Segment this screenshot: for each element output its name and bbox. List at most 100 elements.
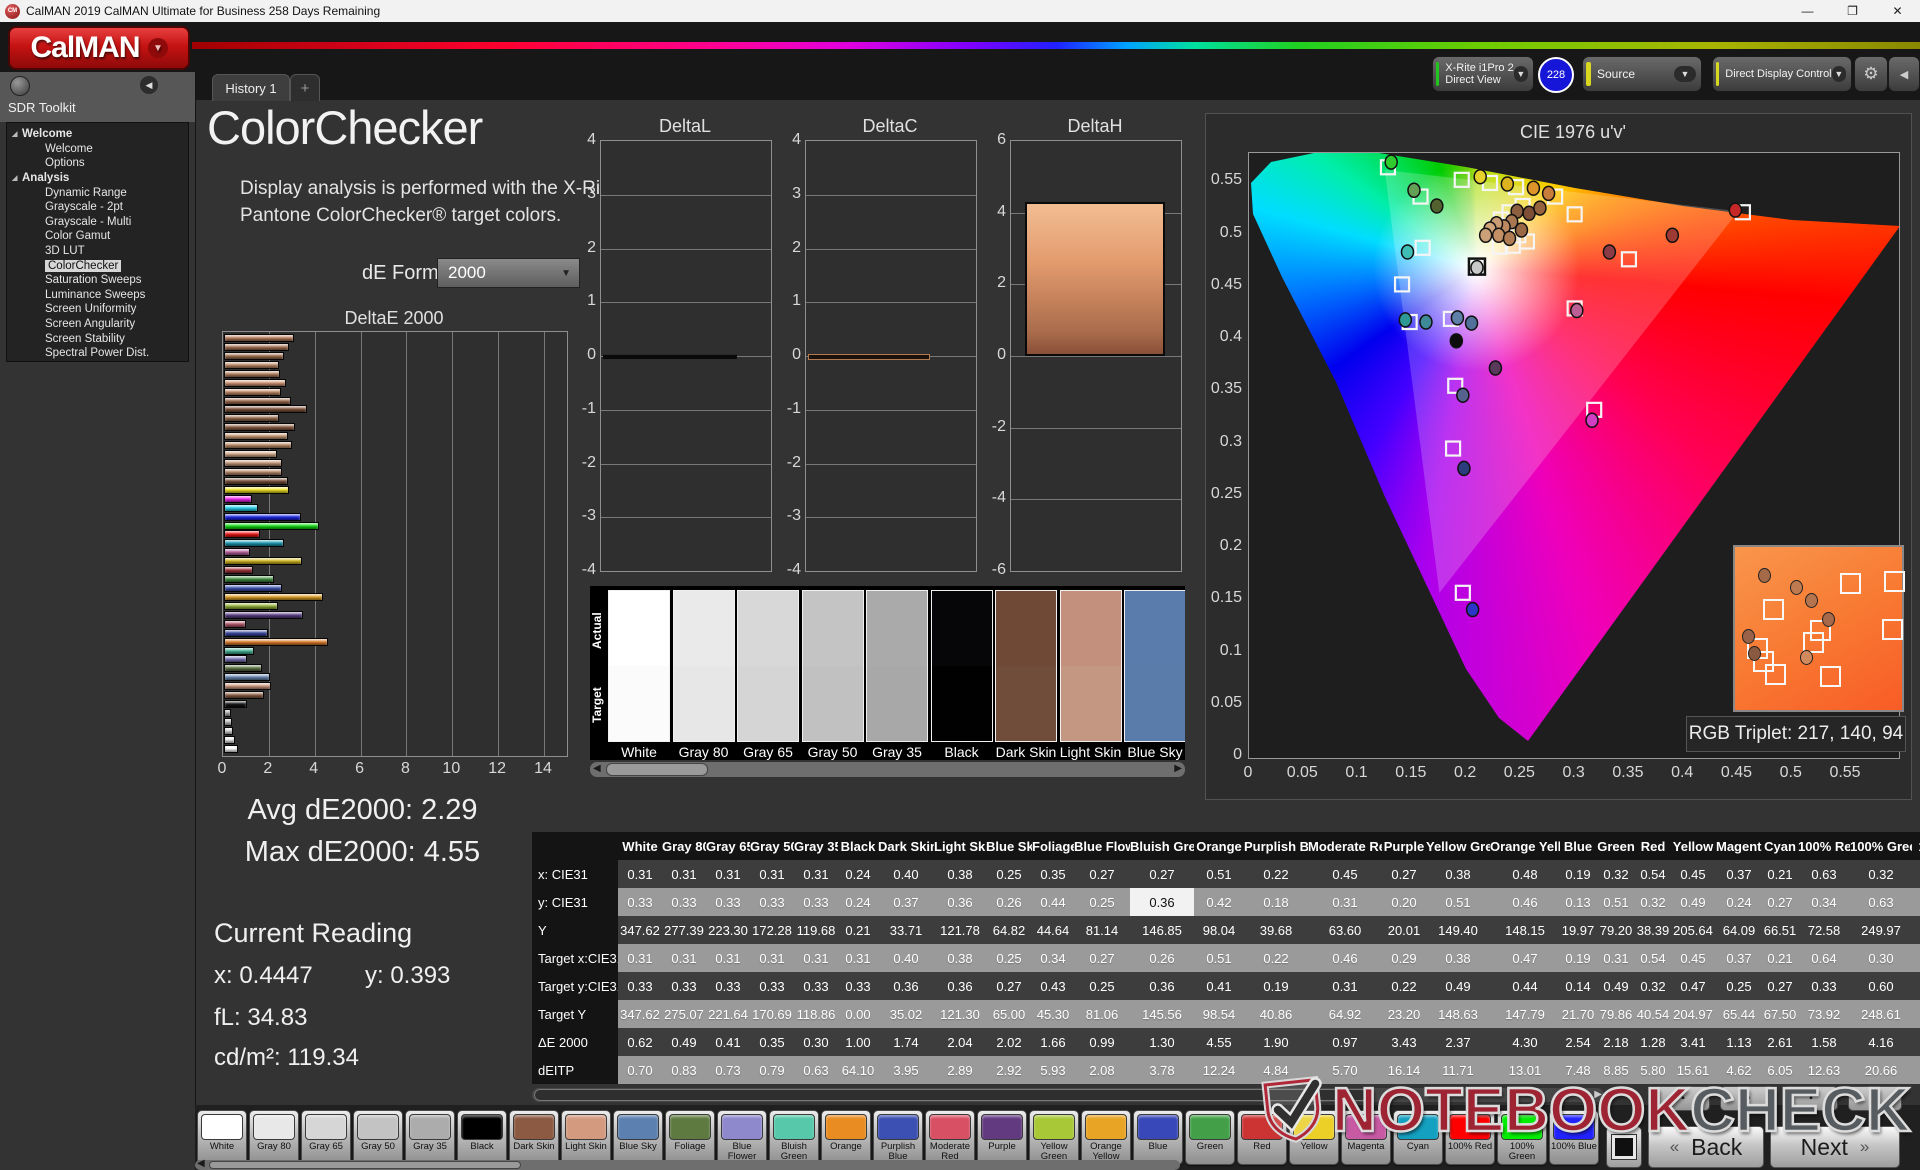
deltae-bar [224, 655, 247, 663]
sidebar-item-welcome[interactable]: ◢Welcome [7, 127, 188, 142]
scroll-left-icon[interactable]: ◀ [593, 763, 601, 774]
settings-button[interactable]: ⚙ [1854, 56, 1888, 92]
sidebar-item-options[interactable]: Options [7, 156, 188, 171]
x-tick-label: 10 [441, 760, 461, 778]
row-label: ΔE 2000 [532, 1028, 618, 1056]
row-label: dEITP [532, 1056, 618, 1084]
pattern-option-button[interactable]: ▪ [1656, 1086, 1710, 1111]
scroll-left-icon[interactable]: ◀ [197, 1158, 205, 1169]
table-cell: 15.61 [1670, 1056, 1716, 1084]
patch-button-purple[interactable]: Purple [977, 1110, 1027, 1165]
sidebar-item-color-gamut[interactable]: Color Gamut [7, 229, 188, 244]
sidebar-item-colorchecker[interactable]: ColorChecker [7, 258, 188, 273]
scrollbar-thumb[interactable] [534, 1089, 1368, 1101]
patch-button-100-green[interactable]: 100% Green [1497, 1110, 1547, 1165]
scrollbar-thumb[interactable] [209, 1161, 521, 1169]
pattern-window-button[interactable] [1606, 1126, 1642, 1168]
patch-button-gray-35[interactable]: Gray 35 [405, 1110, 455, 1165]
tab-history-1[interactable]: History 1 [212, 74, 290, 101]
deltae-chart-title: DeltaE 2000 [222, 308, 566, 329]
patch-button-yellow-green[interactable]: Yellow Green [1029, 1110, 1079, 1165]
pattern-option-button[interactable]: ▪ [1848, 1086, 1902, 1111]
patch-swatch [253, 1114, 295, 1140]
sidebar-item-luminance-sweeps[interactable]: Luminance Sweeps [7, 288, 188, 303]
sidebar-item-label: Dynamic Range [45, 187, 127, 199]
patch-button-gray-65[interactable]: Gray 65 [301, 1110, 351, 1165]
scroll-right-icon[interactable]: ▶ [1174, 763, 1182, 774]
de-formula-dropdown[interactable]: 2000 ▼ [437, 258, 580, 288]
sidebar-item-dynamic-range[interactable]: Dynamic Range [7, 185, 188, 200]
patch-button-gray-50[interactable]: Gray 50 [353, 1110, 403, 1165]
table-cell: 0.31 [838, 944, 878, 972]
scroll-right-icon[interactable]: ▶ [1594, 1089, 1602, 1100]
pattern-option-button[interactable]: ▪ [1784, 1086, 1838, 1111]
calman-menu-button[interactable]: CalMAN ▼ [8, 26, 190, 70]
sidebar-collapse-button[interactable]: ◀ [140, 76, 158, 94]
meter-dropdown[interactable]: X-Rite i1Pro 2Direct View ▼ [1432, 56, 1534, 92]
add-tab-button[interactable]: + [290, 74, 320, 101]
patch-button-foliage[interactable]: Foliage [665, 1110, 715, 1165]
collapse-panel-button[interactable]: ◀ [1888, 56, 1920, 92]
patch-button-blue-sky[interactable]: Blue Sky [613, 1110, 663, 1165]
sidebar-item-screen-angularity[interactable]: Screen Angularity [7, 317, 188, 332]
expander-icon[interactable]: ◢ [12, 174, 22, 182]
back-button[interactable]: « Back [1648, 1126, 1764, 1168]
swatch-strip-scrollbar[interactable]: ◀ ▶ [590, 762, 1185, 777]
sidebar-item-grayscale-2pt[interactable]: Grayscale - 2pt [7, 200, 188, 215]
sidebar-item-label: Welcome [22, 128, 72, 140]
patch-button-100-red[interactable]: 100% Red [1445, 1110, 1495, 1165]
pattern-option-button[interactable]: ▪▪ [1720, 1086, 1774, 1111]
sidebar-item-analysis[interactable]: ◢Analysis [7, 171, 188, 186]
inset-measured-point [1800, 650, 1813, 665]
measured-point [1451, 311, 1463, 325]
patch-button-bluish-green[interactable]: Bluish Green [769, 1110, 819, 1165]
table-cell: 40.54 [1636, 1000, 1670, 1028]
patch-bar-scrollbar[interactable]: ◀ [195, 1160, 1180, 1170]
sidebar-item-saturation-sweeps[interactable]: Saturation Sweeps [7, 273, 188, 288]
scrollbar-thumb[interactable] [606, 763, 708, 776]
back-label: Back [1691, 1134, 1742, 1161]
patch-button-orange-yellow[interactable]: Orange Yellow [1081, 1110, 1131, 1165]
patch-button-white[interactable]: White [197, 1110, 247, 1165]
table-cell: 172.28 [750, 916, 794, 944]
patch-button-orange[interactable]: Orange [821, 1110, 871, 1165]
sidebar-item-screen-stability[interactable]: Screen Stability [7, 331, 188, 346]
patch-button-100-blue[interactable]: 100% Blue [1549, 1110, 1599, 1165]
source-dropdown[interactable]: Source ▼ [1582, 56, 1702, 92]
patch-button-gray-80[interactable]: Gray 80 [249, 1110, 299, 1165]
table-cell: 121.30 [934, 1000, 986, 1028]
table-cell: 39.68 [1244, 916, 1308, 944]
display-control-dropdown[interactable]: Direct Display Control ▼ [1712, 56, 1852, 92]
table-cell: 0.36 [878, 972, 934, 1000]
patch-button-red[interactable]: Red [1237, 1110, 1287, 1165]
patch-button-cyan[interactable]: Cyan [1393, 1110, 1443, 1165]
workflow-indicator[interactable] [10, 76, 30, 96]
minimize-button[interactable]: — [1785, 0, 1830, 22]
column-header: Light Skin [934, 832, 986, 860]
next-button[interactable]: Next » [1770, 1126, 1900, 1168]
patch-button-blue-flower[interactable]: Blue Flower [717, 1110, 767, 1165]
patch-button-moderate-red[interactable]: Moderate Red [925, 1110, 975, 1165]
close-button[interactable]: ✕ [1875, 0, 1920, 22]
reading-count-badge[interactable]: 228 [1538, 57, 1574, 93]
sidebar-item-welcome[interactable]: Welcome [7, 142, 188, 157]
table-cell: 0.26 [986, 888, 1032, 916]
patch-button-yellow[interactable]: Yellow [1289, 1110, 1339, 1165]
patch-button-dark-skin[interactable]: Dark Skin [509, 1110, 559, 1165]
table-cell: 1.58 [1798, 1028, 1850, 1056]
table-scrollbar[interactable]: ▶ [532, 1088, 1604, 1102]
sidebar-item-grayscale-multi[interactable]: Grayscale - Multi [7, 215, 188, 230]
sidebar-item-screen-uniformity[interactable]: Screen Uniformity [7, 302, 188, 317]
patch-button-magenta[interactable]: Magenta [1341, 1110, 1391, 1165]
sidebar-item-spectral-power-dist-[interactable]: Spectral Power Dist. [7, 346, 188, 361]
sidebar-item-3d-lut[interactable]: 3D LUT [7, 244, 188, 259]
patch-button-purplish-blue[interactable]: Purplish Blue [873, 1110, 923, 1165]
patch-button-blue[interactable]: Blue [1133, 1110, 1183, 1165]
expander-icon[interactable]: ◢ [12, 130, 22, 138]
patch-label: 100% Red [1446, 1142, 1494, 1152]
patch-button-light-skin[interactable]: Light Skin [561, 1110, 611, 1165]
patch-button-black[interactable]: Black [457, 1110, 507, 1165]
patch-button-green[interactable]: Green [1185, 1110, 1235, 1165]
inset-measured-point [1822, 612, 1835, 627]
maximize-button[interactable]: ❐ [1830, 0, 1875, 22]
